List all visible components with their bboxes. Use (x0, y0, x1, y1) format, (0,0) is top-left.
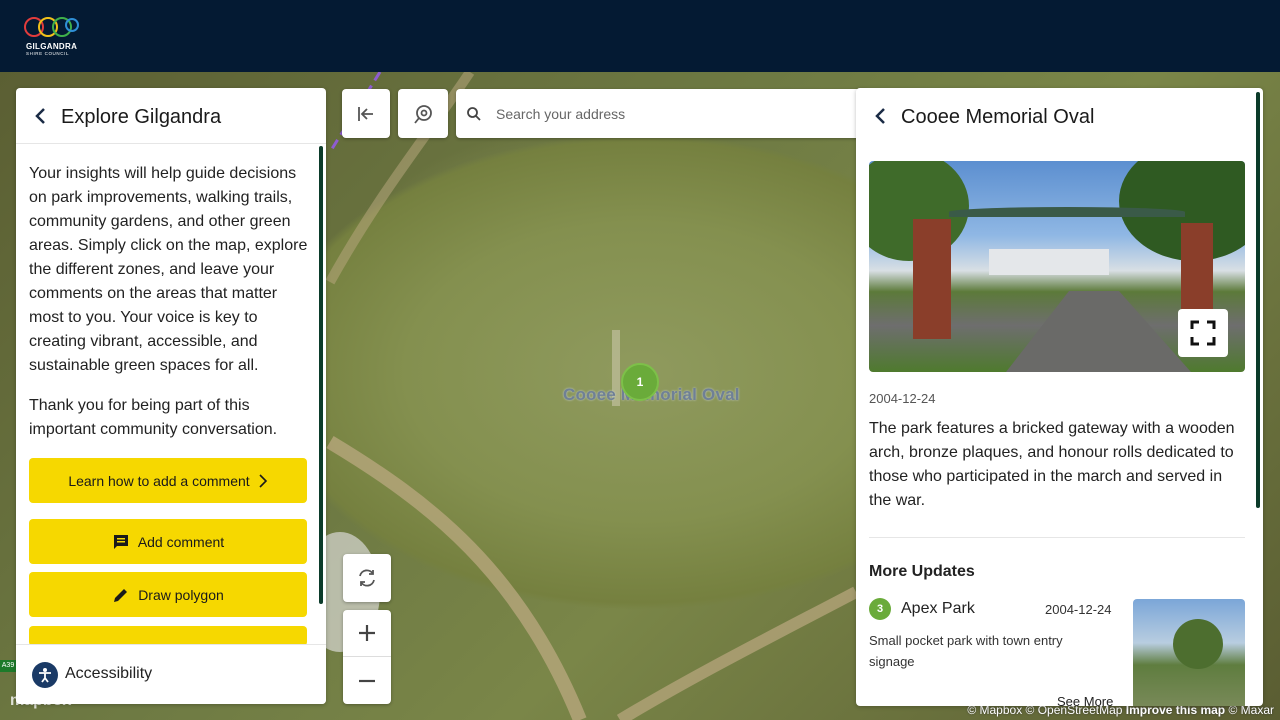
collapse-panel-button[interactable] (342, 89, 390, 138)
collapse-left-icon (358, 106, 373, 121)
reset-bearing-button[interactable] (343, 554, 391, 602)
address-search[interactable] (456, 89, 866, 138)
search-input[interactable] (496, 89, 856, 138)
update-description: Small pocket park with town entry signag… (869, 633, 1063, 669)
zoom-out-button[interactable] (343, 657, 391, 704)
top-header: GILGANDRA SHIRE COUNCIL (0, 0, 1280, 72)
locate-button[interactable] (398, 89, 448, 138)
road-sign: A39 (0, 660, 16, 672)
accessibility-icon (32, 662, 58, 688)
learn-comment-label: Learn how to add a comment (68, 472, 250, 489)
chevron-left-icon (875, 108, 885, 124)
chevron-left-icon (35, 108, 45, 124)
add-comment-button[interactable]: Add comment (29, 519, 307, 564)
thanks-text: Thank you for being part of this importa… (29, 397, 278, 438)
intro-text: Your insights will help guide decisions … (29, 165, 308, 374)
fullscreen-button[interactable] (1178, 309, 1228, 357)
draw-polygon-label: Draw polygon (138, 586, 224, 603)
panel-scrollbar[interactable] (319, 146, 323, 604)
search-icon (467, 107, 481, 121)
council-logo[interactable]: GILGANDRA SHIRE COUNCIL (24, 14, 80, 58)
update-title[interactable]: Apex Park (901, 600, 975, 618)
panel-body: Your insights will help guide decisions … (29, 162, 309, 458)
draw-polygon-button[interactable]: Draw polygon (29, 572, 307, 617)
refresh-icon (359, 569, 375, 587)
more-updates-heading: More Updates (869, 563, 975, 580)
place-description: The park features a bricked gateway with… (869, 420, 1235, 509)
explore-panel: Explore Gilgandra Your insights will hel… (16, 88, 326, 704)
learn-comment-button[interactable]: Learn how to add a comment (29, 458, 307, 503)
update-badge: 3 (869, 598, 891, 620)
zoom-controls (343, 610, 391, 704)
cluster-marker[interactable]: 1 (621, 363, 659, 401)
minus-icon (359, 679, 375, 682)
logo-subtitle: SHIRE COUNCIL (26, 51, 70, 56)
panel-title: Explore Gilgandra (61, 106, 222, 128)
logo-name: GILGANDRA (26, 42, 78, 51)
place-photo (869, 161, 1245, 372)
accessibility-bar[interactable]: Accessibility (16, 644, 326, 704)
add-comment-label: Add comment (137, 533, 225, 550)
update-thumbnail[interactable] (1133, 599, 1245, 706)
explore-panel-header: Explore Gilgandra (16, 88, 326, 144)
plus-icon (359, 625, 375, 641)
location-target-icon (414, 104, 432, 124)
more-actions-button[interactable] (29, 626, 307, 646)
place-date: 2004-12-24 (869, 391, 936, 406)
place-detail-panel: Cooee Memorial Oval 2004-12-24 The park … (856, 88, 1263, 706)
place-title: Cooee Memorial Oval (901, 106, 1095, 128)
fullscreen-icon (1190, 320, 1216, 346)
detail-back-button[interactable] (870, 106, 890, 126)
back-button[interactable] (30, 106, 50, 126)
update-date: 2004-12-24 (1045, 602, 1112, 617)
place-detail-header: Cooee Memorial Oval (856, 88, 1263, 148)
divider (869, 537, 1245, 538)
zoom-in-button[interactable] (343, 610, 391, 657)
see-more-link[interactable]: See More (1057, 694, 1113, 706)
logo-rings-icon (24, 17, 79, 37)
comment-icon (113, 534, 128, 549)
detail-scrollbar[interactable] (1256, 92, 1260, 508)
chevron-right-icon (259, 473, 267, 488)
accessibility-label: Accessibility (65, 665, 153, 682)
pencil-icon (114, 588, 128, 602)
